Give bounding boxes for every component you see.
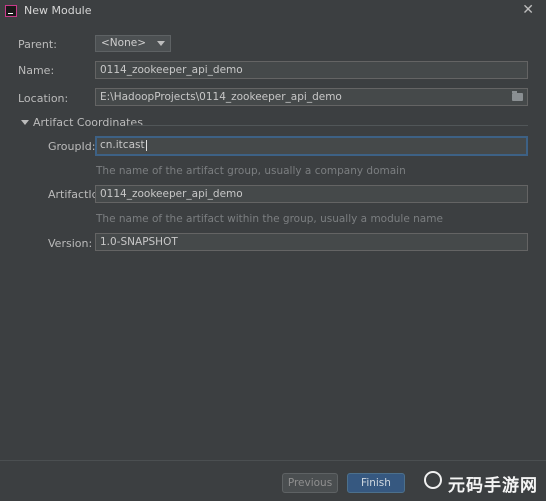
text-caret xyxy=(145,139,147,151)
groupid-hint: The name of the artifact group, usually … xyxy=(96,165,406,177)
finish-button[interactable]: Finish xyxy=(347,473,405,493)
watermark: 元码手游网 xyxy=(418,465,544,497)
name-label: Name: xyxy=(18,64,55,77)
artifactid-field-value: 0114_zookeeper_api_demo xyxy=(100,188,243,200)
parent-select-value: <None> xyxy=(101,37,146,49)
location-label: Location: xyxy=(18,92,69,105)
groupid-field[interactable]: cn.itcast xyxy=(95,136,528,156)
chevron-down-icon xyxy=(157,41,165,46)
artifactid-hint: The name of the artifact within the grou… xyxy=(96,213,443,225)
watermark-text: 元码手游网 xyxy=(448,476,538,496)
parent-select[interactable]: <None> xyxy=(95,35,171,52)
name-field[interactable]: 0114_zookeeper_api_demo xyxy=(95,61,528,79)
location-field-value: E:\HadoopProjects\0114_zookeeper_api_dem… xyxy=(100,91,342,103)
folder-icon[interactable] xyxy=(512,91,523,101)
version-field-value: 1.0-SNAPSHOT xyxy=(100,236,178,248)
window-title: New Module xyxy=(24,4,92,17)
name-field-value: 0114_zookeeper_api_demo xyxy=(100,64,243,76)
artifactid-field[interactable]: 0114_zookeeper_api_demo xyxy=(95,185,528,203)
close-icon[interactable]: ✕ xyxy=(522,2,534,18)
intellij-idea-icon xyxy=(5,5,17,17)
location-field[interactable]: E:\HadoopProjects\0114_zookeeper_api_dem… xyxy=(95,88,528,106)
title-bar: New Module ✕ xyxy=(0,0,546,22)
expand-triangle-icon[interactable] xyxy=(21,120,29,125)
previous-button[interactable]: Previous xyxy=(282,473,338,493)
version-label: Version: xyxy=(48,237,93,250)
watermark-logo-icon xyxy=(424,471,442,489)
groupid-label: GroupId: xyxy=(48,140,96,153)
parent-label: Parent: xyxy=(18,38,57,51)
version-field[interactable]: 1.0-SNAPSHOT xyxy=(95,233,528,251)
section-divider xyxy=(128,125,528,126)
groupid-field-value: cn.itcast xyxy=(100,139,145,151)
artifact-section-label[interactable]: Artifact Coordinates xyxy=(33,116,143,129)
